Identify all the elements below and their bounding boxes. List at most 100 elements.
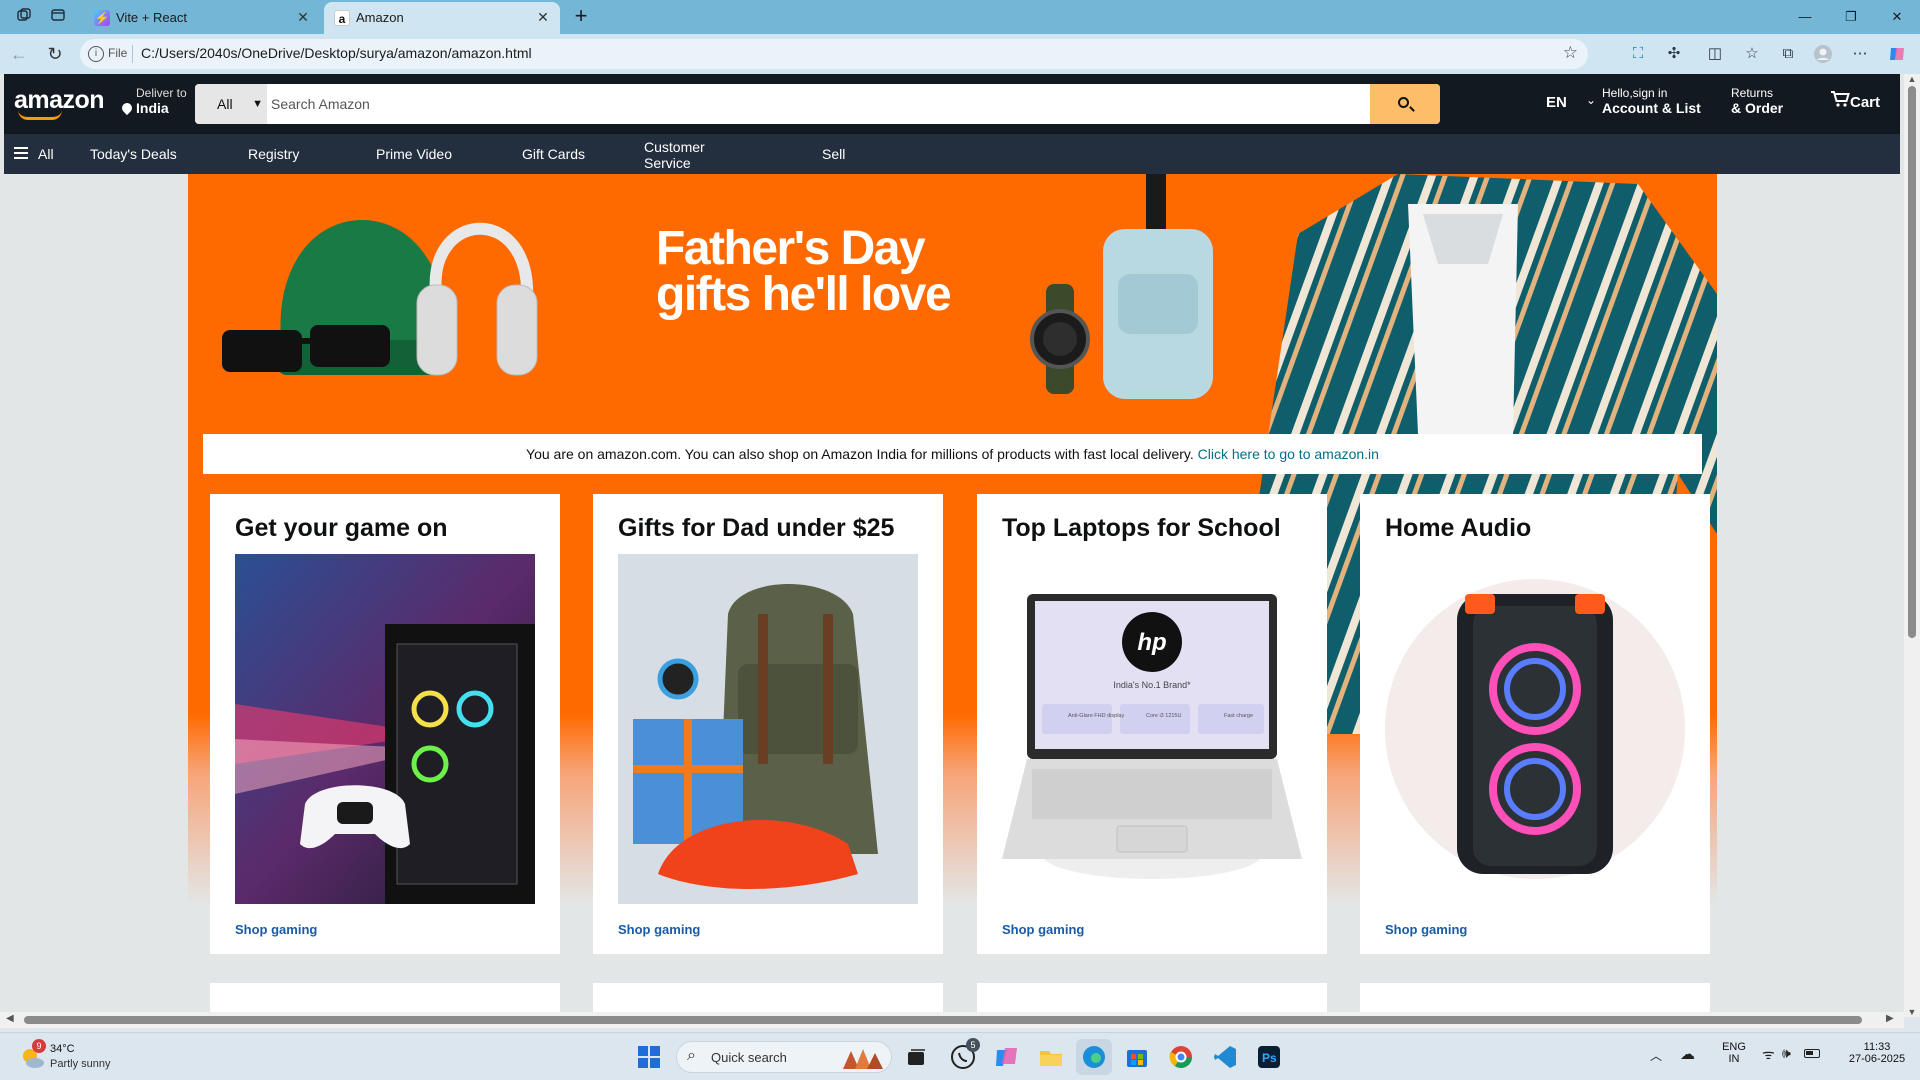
more-options-icon[interactable]: ⋯ <box>1850 44 1870 64</box>
address-bar[interactable]: i File C:/Users/2040s/OneDrive/Desktop/s… <box>80 39 1588 69</box>
search-icon <box>1398 97 1409 108</box>
card-link[interactable]: Shop gaming <box>618 922 700 937</box>
tab-title: Amazon <box>356 10 404 25</box>
photoshop-icon[interactable]: Ps <box>1256 1044 1282 1070</box>
cart-button[interactable]: Cart <box>1830 91 1880 112</box>
watch-image <box>1030 284 1090 394</box>
copilot-app-icon[interactable] <box>994 1044 1020 1070</box>
returns-label: Returns <box>1731 86 1774 100</box>
search-button[interactable] <box>1370 84 1440 124</box>
nav-prime-video[interactable]: Prime Video <box>376 146 452 162</box>
close-window-button[interactable]: ✕ <box>1874 6 1920 28</box>
new-tab-button[interactable]: + <box>568 4 594 30</box>
cart-label: Cart <box>1850 94 1881 111</box>
amazon-india-link[interactable]: Click here to go to amazon.in <box>1198 446 1379 462</box>
workspaces-icon[interactable] <box>14 7 34 27</box>
svg-text:Ps: Ps <box>1262 1051 1277 1065</box>
vertical-scroll-thumb[interactable] <box>1908 86 1916 638</box>
notice-text: You are on amazon.com. You can also shop… <box>526 446 1194 462</box>
nav-todays-deals[interactable]: Today's Deals <box>90 146 177 162</box>
extensions-icon[interactable]: ✣ <box>1664 44 1684 64</box>
vertical-scrollbar[interactable]: ▲ ▼ <box>1904 74 1920 1017</box>
returns-orders[interactable]: Returns & Order <box>1731 86 1783 116</box>
card-image[interactable] <box>618 554 918 904</box>
scroll-left-arrow-icon[interactable]: ◀ <box>6 1013 14 1024</box>
minimize-button[interactable]: — <box>1782 6 1828 28</box>
nav-gift-cards[interactable]: Gift Cards <box>522 146 585 162</box>
nav-sell[interactable]: Sell <box>822 146 845 162</box>
favorite-star-icon[interactable]: ☆ <box>1563 43 1578 63</box>
vscode-icon[interactable] <box>1212 1044 1238 1070</box>
card-laptops: Top Laptops for School hp India's No.1 B… <box>977 494 1327 954</box>
wifi-icon[interactable]: ᯤ <box>1762 1045 1775 1064</box>
collections-icon[interactable]: ⧉ <box>1778 44 1798 64</box>
clock-time: 11:33 <box>1863 1041 1891 1053</box>
task-view-icon[interactable] <box>904 1045 928 1069</box>
card-image[interactable] <box>1385 554 1685 904</box>
edge-taskbar-button[interactable] <box>1076 1039 1112 1075</box>
copilot-icon[interactable] <box>1887 44 1907 64</box>
account-menu[interactable]: Hello,sign in Account & List <box>1602 86 1701 116</box>
scroll-up-arrow-icon[interactable]: ▲ <box>1907 74 1917 84</box>
scroll-right-arrow-icon[interactable]: ▶ <box>1886 1013 1894 1024</box>
tray-overflow-chevron-icon[interactable]: ︿ <box>1650 1047 1662 1064</box>
search-input[interactable] <box>267 84 1367 124</box>
chrome-icon[interactable] <box>1168 1044 1194 1070</box>
speaker-image <box>1385 554 1685 904</box>
vite-favicon-icon: ⚡ <box>94 10 110 26</box>
profile-avatar-icon[interactable] <box>1813 44 1833 64</box>
windows-start-icon[interactable] <box>637 1045 661 1069</box>
address-toolbar: ← ↻ i File C:/Users/2040s/OneDrive/Deskt… <box>0 34 1920 74</box>
nav-customer-service[interactable]: Customer Service <box>644 139 724 171</box>
language-selector[interactable]: EN <box>1546 94 1567 111</box>
hero-title-line2: gifts he'll love <box>656 268 952 321</box>
card-title: Home Audio <box>1385 514 1532 542</box>
edge-icon <box>1083 1046 1105 1068</box>
favorites-icon[interactable]: ☆ <box>1742 44 1762 64</box>
tab-vite-react[interactable]: ⚡ Vite + React ✕ <box>84 2 320 34</box>
restore-button[interactable]: ❐ <box>1828 6 1874 28</box>
file-explorer-icon[interactable] <box>1038 1044 1064 1070</box>
tab-actions-icon[interactable] <box>48 7 68 27</box>
search-category-select[interactable]: All ▼ <box>195 84 267 124</box>
weather-widget[interactable]: 9 34°C Partly sunny <box>20 1039 320 1073</box>
horizontal-scroll-thumb[interactable] <box>24 1016 1862 1024</box>
card-title: Get your game on <box>235 514 448 542</box>
site-info-icon[interactable]: i <box>88 46 104 62</box>
card-link[interactable]: Shop gaming <box>1385 922 1467 937</box>
screenshot-extension-icon[interactable]: ⛶ <box>1628 44 1648 64</box>
back-arrow-icon[interactable]: ← <box>8 43 30 65</box>
horizontal-scrollbar[interactable]: ◀ ▶ <box>0 1012 1904 1028</box>
card-link[interactable]: Shop gaming <box>235 922 317 937</box>
deliver-to[interactable]: Deliver to India <box>119 86 187 116</box>
battery-icon[interactable] <box>1804 1049 1820 1058</box>
url-text[interactable]: C:/Users/2040s/OneDrive/Desktop/surya/am… <box>141 45 532 61</box>
deliver-label: Deliver to <box>136 86 187 100</box>
split-screen-icon[interactable]: ◫ <box>1705 44 1725 64</box>
language-indicator[interactable]: ENG IN <box>1716 1041 1752 1065</box>
scroll-down-arrow-icon[interactable]: ▼ <box>1907 1007 1917 1017</box>
card-image[interactable]: hp India's No.1 Brand* Anti-Glare FHD di… <box>1002 554 1302 904</box>
clock[interactable]: 11:33 27-06-2025 <box>1842 1041 1912 1065</box>
location-pin-icon <box>119 100 135 116</box>
nav-all[interactable]: All <box>38 146 54 162</box>
tab-close-icon[interactable]: ✕ <box>294 8 312 26</box>
tab-close-icon[interactable]: ✕ <box>534 8 552 26</box>
taskbar-search[interactable]: ⌕ Quick search <box>676 1041 892 1073</box>
battery-level <box>1806 1051 1813 1055</box>
laptop-feature-cpu: Core i3 1215U <box>1146 713 1181 719</box>
card-link[interactable]: Shop gaming <box>1002 922 1084 937</box>
account-greeting: Hello,sign in <box>1602 86 1668 100</box>
tab-amazon[interactable]: a Amazon ✕ <box>324 2 560 34</box>
store-icon[interactable] <box>1124 1044 1150 1070</box>
hamburger-menu-icon[interactable] <box>14 147 28 159</box>
card-image[interactable] <box>235 554 535 904</box>
refresh-icon[interactable]: ↻ <box>44 43 66 65</box>
lang-bottom: IN <box>1728 1053 1740 1065</box>
weather-temp: 34°C <box>50 1043 75 1055</box>
onedrive-cloud-icon[interactable]: ☁ <box>1680 1045 1695 1063</box>
whatsapp-icon[interactable]: 5 <box>950 1038 980 1070</box>
card-title: Top Laptops for School <box>1002 514 1281 542</box>
volume-icon[interactable]: 🕪 <box>1782 1045 1791 1062</box>
nav-registry[interactable]: Registry <box>248 146 299 162</box>
